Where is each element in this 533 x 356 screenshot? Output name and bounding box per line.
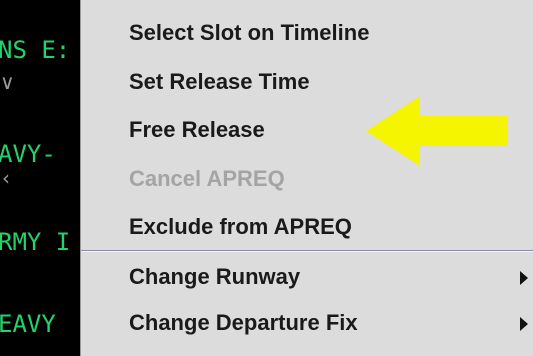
context-menu: Select Slot on Timeline Set Release Time… <box>80 0 533 356</box>
flight-data-label: AVY- <box>0 140 56 168</box>
menu-item-change-runway[interactable]: Change Runway <box>81 258 533 296</box>
submenu-arrow-icon <box>520 317 528 331</box>
flight-data-label: RMY I <box>0 228 71 256</box>
menu-item-label: Change Departure Fix <box>129 310 358 335</box>
screen: NS E: ∨ AVY- ‹ RMY I EAVY Select Slot on… <box>0 0 533 356</box>
leader-line-mark: ∨ <box>0 70 15 94</box>
leader-line-mark: ‹ <box>2 166 10 190</box>
menu-item-exclude-from-apreq[interactable]: Exclude from APREQ <box>81 208 533 246</box>
menu-item-change-departure-fix[interactable]: Change Departure Fix <box>81 304 533 342</box>
flight-data-label: EAVY <box>0 310 56 338</box>
menu-item-select-slot-on-timeline[interactable]: Select Slot on Timeline <box>81 14 533 52</box>
flight-data-label: NS E: <box>0 36 71 64</box>
menu-item-label: Change Runway <box>129 264 301 289</box>
arrow-left-icon <box>366 96 508 166</box>
menu-separator <box>81 250 533 252</box>
radar-display: NS E: ∨ AVY- ‹ RMY I EAVY <box>0 0 80 356</box>
submenu-arrow-icon <box>520 271 528 285</box>
